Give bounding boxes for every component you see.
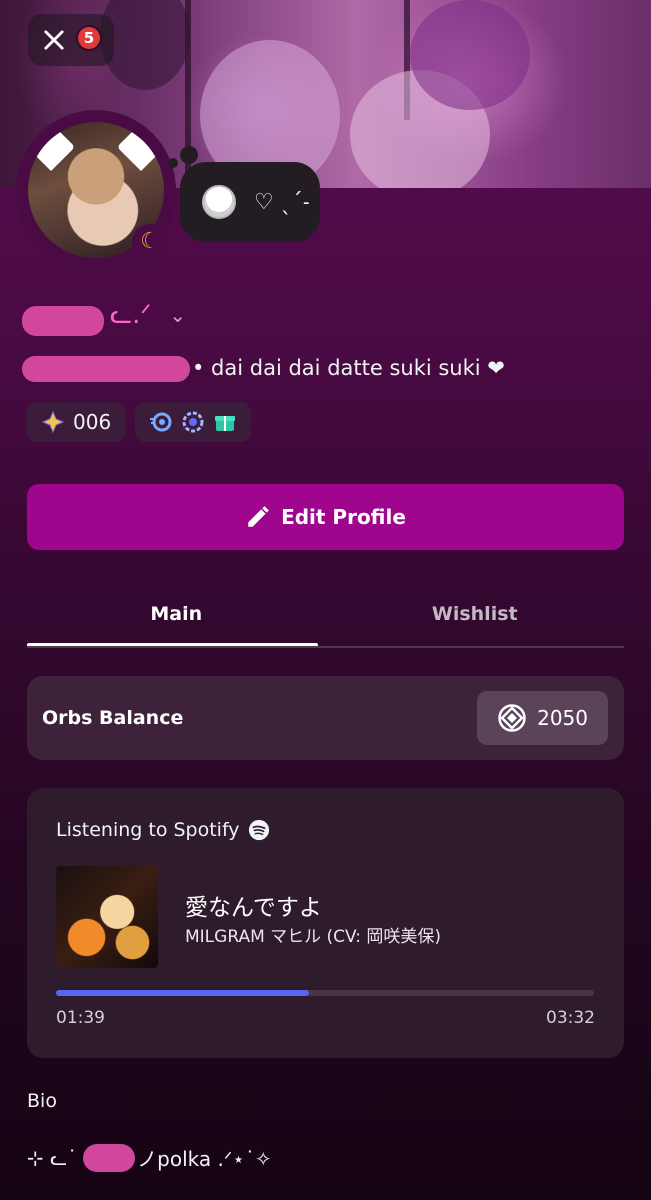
close-icon bbox=[44, 30, 64, 50]
elapsed-time: 01:39 bbox=[56, 1008, 105, 1028]
bio-text-prefix: ⊹ ᓚ˙ bbox=[27, 1145, 78, 1170]
avatar-frame[interactable]: ☾ bbox=[16, 110, 176, 270]
spotify-header-text: Listening to Spotify bbox=[56, 819, 240, 841]
song-artist: MILGRAM マヒル (CV: 岡咲美保) bbox=[185, 927, 442, 947]
tab-divider bbox=[27, 646, 624, 648]
redacted-bio-name bbox=[83, 1143, 136, 1172]
sparkle-icon bbox=[41, 410, 65, 434]
status-emoji bbox=[202, 185, 236, 219]
bio-label: Bio bbox=[27, 1090, 57, 1112]
album-art[interactable] bbox=[56, 866, 158, 968]
edit-profile-label: Edit Profile bbox=[281, 505, 406, 529]
notification-badge: 5 bbox=[76, 25, 102, 51]
orbs-balance-label: Orbs Balance bbox=[42, 707, 184, 729]
server-tag-pill[interactable]: 006 bbox=[27, 402, 126, 442]
status-text: ♡ ˎˊ˗ bbox=[254, 189, 310, 215]
spotify-activity-card[interactable]: Listening to Spotify 愛なんですよ MILGRAM マヒル … bbox=[27, 788, 624, 1058]
nitro-icon bbox=[150, 412, 172, 432]
chevron-down-icon[interactable]: ⌄ bbox=[169, 303, 186, 327]
badges-pill[interactable] bbox=[135, 402, 252, 442]
laurel-icon bbox=[182, 411, 204, 433]
gift-icon bbox=[215, 416, 236, 431]
custom-status-bubble[interactable]: ♡ ˎˊ˗ bbox=[168, 146, 320, 242]
tab-wishlist[interactable]: Wishlist bbox=[326, 580, 625, 648]
profile-tabs: Main Wishlist bbox=[27, 580, 624, 648]
progress-fill bbox=[56, 990, 309, 996]
tab-main[interactable]: Main bbox=[27, 580, 326, 648]
edit-profile-button[interactable]: Edit Profile bbox=[27, 484, 624, 550]
pencil-icon bbox=[248, 506, 269, 527]
spotify-icon bbox=[248, 819, 269, 841]
total-time: 03:32 bbox=[546, 1008, 595, 1028]
orbs-balance-value: 2050 bbox=[537, 706, 588, 730]
spotify-header: Listening to Spotify bbox=[56, 819, 270, 841]
redacted-display-name bbox=[22, 306, 104, 336]
bio-text: ⊹ ᓚ˙ ノpolka .ᐟ⋆˙✧ bbox=[27, 1143, 272, 1172]
progress-bar bbox=[56, 990, 594, 996]
song-title: 愛なんですよ bbox=[185, 895, 322, 921]
redacted-username bbox=[22, 356, 190, 382]
orbs-balance-card: Orbs Balance 2050 bbox=[27, 676, 624, 760]
server-tag-text: 006 bbox=[73, 410, 112, 434]
pronouns-tagline: • dai dai dai datte suki suki ❤ bbox=[192, 356, 505, 380]
badge-row: 006 bbox=[27, 402, 252, 442]
display-name-row[interactable]: ᓚ.ᐟ ⌄ bbox=[110, 300, 186, 330]
bio-text-suffix: ノpolka .ᐟ⋆˙✧ bbox=[137, 1147, 272, 1171]
display-name-suffix: ᓚ.ᐟ bbox=[110, 300, 152, 330]
moon-icon: ☾ bbox=[132, 224, 168, 260]
orbs-balance-button[interactable]: 2050 bbox=[477, 691, 608, 745]
orb-icon bbox=[498, 704, 526, 732]
